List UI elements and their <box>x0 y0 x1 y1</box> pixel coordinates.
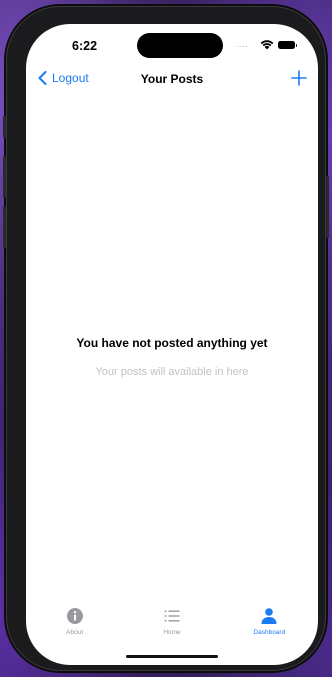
tab-about-label: About <box>66 629 84 636</box>
tab-bar: About Home Dashboard <box>26 607 318 647</box>
mute-switch <box>3 116 6 138</box>
app-screen: 6:22 .... Logout Your Posts You have not… <box>26 24 318 665</box>
signal-icon: .... <box>237 40 248 49</box>
info-icon <box>66 608 83 624</box>
tab-about[interactable]: About <box>26 607 123 647</box>
navigation-bar: Logout Your Posts <box>26 68 318 92</box>
tab-home[interactable]: Home <box>123 607 220 647</box>
home-indicator[interactable] <box>126 655 218 658</box>
empty-state: You have not posted anything yet Your po… <box>26 336 318 378</box>
volume-up-button <box>3 156 6 198</box>
tab-home-label: Home <box>163 629 181 636</box>
empty-state-title: You have not posted anything yet <box>76 336 268 350</box>
tab-dashboard[interactable]: Dashboard <box>221 607 318 647</box>
wifi-icon <box>260 40 274 50</box>
power-button <box>326 176 329 238</box>
battery-icon <box>278 41 297 49</box>
plus-icon[interactable] <box>290 69 308 87</box>
empty-state-subtitle: Your posts will available in here <box>95 366 249 378</box>
page-title: Your Posts <box>140 72 204 86</box>
person-icon <box>261 608 277 624</box>
list-icon <box>164 610 180 622</box>
volume-down-button <box>3 206 6 248</box>
dynamic-island <box>137 33 223 58</box>
status-time: 6:22 <box>72 39 98 53</box>
phone-frame: 6:22 .... Logout Your Posts You have not… <box>3 6 329 671</box>
tab-dashboard-label: Dashboard <box>253 629 286 636</box>
